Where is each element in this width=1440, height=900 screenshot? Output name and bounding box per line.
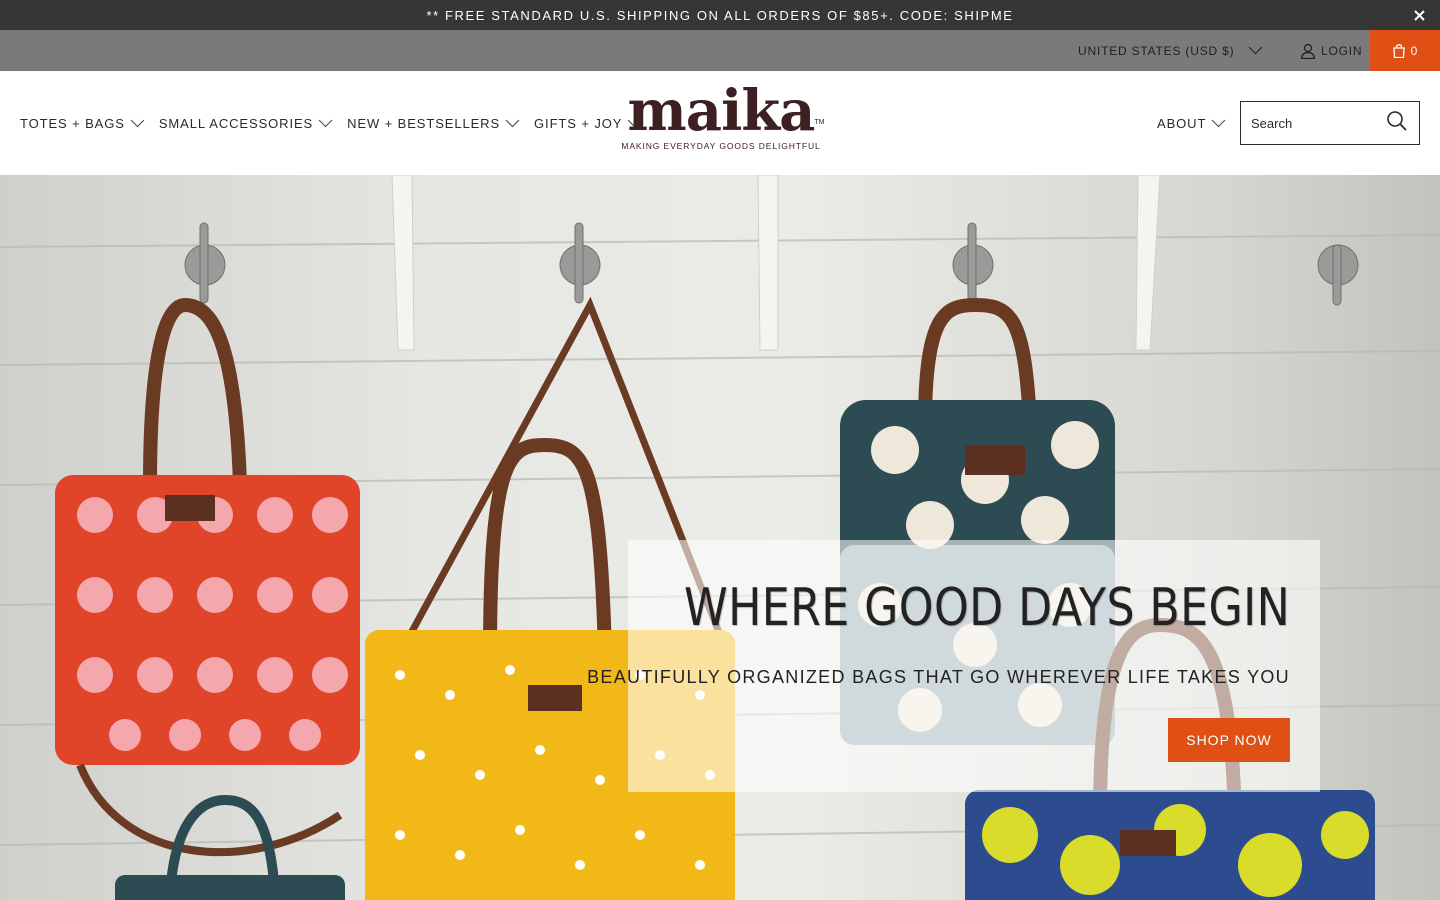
chevron-down-icon bbox=[130, 119, 145, 127]
login-label: LOGIN bbox=[1321, 43, 1363, 58]
login-link[interactable]: LOGIN bbox=[1300, 30, 1362, 71]
brand-logo[interactable]: maika TM MAKING EVERYDAY GOODS DELIGHTFUL bbox=[618, 79, 824, 163]
hero-subtitle: BEAUTIFULLY ORGANIZED BAGS THAT GO WHERE… bbox=[587, 667, 1290, 687]
nav-item-totes-bags[interactable]: TOTES + BAGS bbox=[20, 116, 145, 131]
shop-now-button[interactable]: SHOP NOW bbox=[1168, 718, 1290, 762]
cart-count: 0 bbox=[1410, 43, 1418, 58]
nav-item-small-accessories[interactable]: SMALL ACCESSORIES bbox=[159, 116, 333, 131]
announcement-bar: ** FREE STANDARD U.S. SHIPPING ON ALL OR… bbox=[0, 0, 1440, 30]
nav-item-label: TOTES + BAGS bbox=[20, 115, 125, 131]
chevron-down-icon bbox=[1211, 119, 1226, 127]
nav-item-label: SMALL ACCESSORIES bbox=[158, 115, 314, 131]
nav-item-label: ABOUT bbox=[1157, 115, 1207, 131]
nav-item-label: GIFTS + JOY bbox=[534, 115, 623, 131]
utility-bar: UNITED STATES (USD $) LOGIN 0 bbox=[0, 30, 1440, 71]
nav-item-about[interactable]: ABOUT bbox=[1157, 71, 1226, 175]
nav-item-label: NEW + BESTSELLERS bbox=[347, 115, 501, 131]
search-box bbox=[1240, 101, 1420, 145]
currency-label: UNITED STATES (USD $) bbox=[1078, 43, 1235, 58]
logo-wordmark: maika TM bbox=[627, 78, 825, 144]
close-icon[interactable] bbox=[1408, 4, 1430, 26]
currency-selector[interactable]: UNITED STATES (USD $) bbox=[1078, 30, 1263, 71]
main-nav: TOTES + BAGS SMALL ACCESSORIES NEW + BES… bbox=[20, 71, 642, 175]
hero-banner: WHERE GOOD DAYS BEGIN BEAUTIFULLY ORGANI… bbox=[0, 175, 1440, 900]
logo-trademark: TM bbox=[814, 119, 825, 126]
chevron-down-icon bbox=[505, 119, 520, 127]
search-icon[interactable] bbox=[1385, 110, 1411, 136]
announcement-text: ** FREE STANDARD U.S. SHIPPING ON ALL OR… bbox=[426, 7, 1014, 23]
hero-text-panel: WHERE GOOD DAYS BEGIN BEAUTIFULLY ORGANI… bbox=[587, 540, 1320, 792]
cart-button[interactable]: 0 bbox=[1370, 30, 1440, 71]
user-icon bbox=[1300, 43, 1316, 59]
chevron-down-icon bbox=[318, 119, 333, 127]
nav-item-new-bestsellers[interactable]: NEW + BESTSELLERS bbox=[347, 116, 520, 131]
chevron-down-icon bbox=[1248, 46, 1263, 55]
hero-title: WHERE GOOD DAYS BEGIN bbox=[683, 578, 1290, 638]
shopping-bag-icon bbox=[1392, 43, 1405, 58]
site-header: TOTES + BAGS SMALL ACCESSORIES NEW + BES… bbox=[0, 71, 1440, 175]
logo-wordmark-text: maika bbox=[627, 78, 816, 144]
search-input[interactable] bbox=[1241, 102, 1381, 144]
